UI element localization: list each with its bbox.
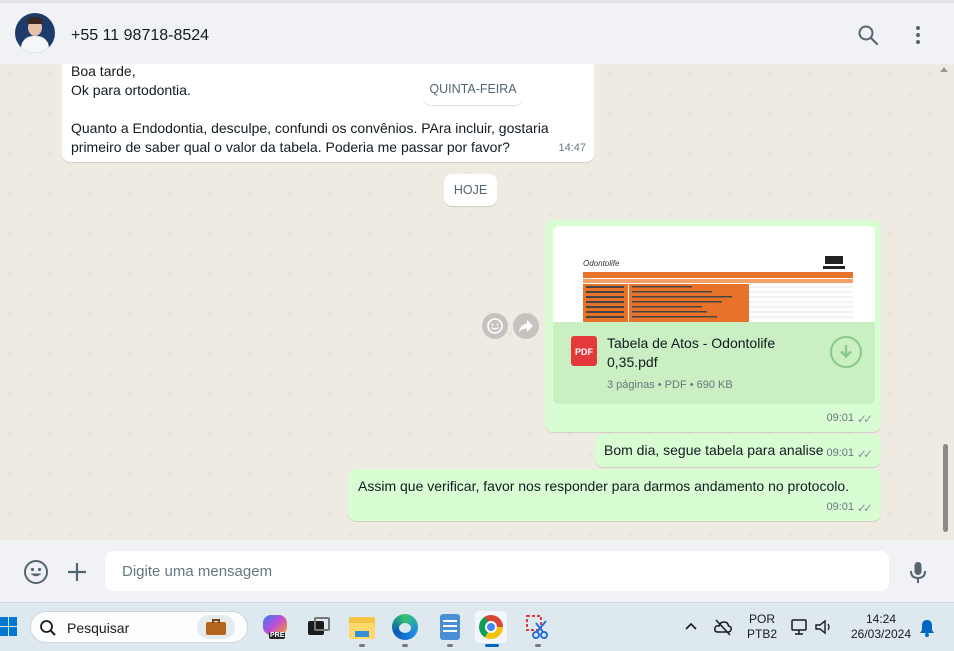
download-arrow-icon (840, 345, 852, 359)
task-view-icon[interactable] (302, 611, 334, 643)
network-icon[interactable] (790, 618, 810, 636)
chat-area[interactable]: Boa tarde, Ok para ortodontia. Quanto a … (0, 64, 954, 540)
clock[interactable]: 14:24 26/03/2024 (846, 612, 916, 642)
microphone-icon[interactable] (905, 559, 931, 585)
cloud-offline-icon[interactable] (713, 617, 733, 637)
forward-arrow-icon (519, 320, 533, 333)
contact-avatar[interactable] (15, 13, 55, 53)
message-composer: Digite uma mensagem (0, 540, 954, 602)
scroll-thumb[interactable] (943, 444, 948, 532)
date-label-thursday: QUINTA-FEIRA (423, 73, 523, 105)
search-icon (40, 620, 56, 636)
search-label: Pesquisar (67, 620, 130, 636)
emoji-icon[interactable] (23, 559, 49, 585)
double-check-icon: ✓✓ (856, 412, 873, 426)
date-label-today: HOJE (444, 174, 497, 206)
pdf-file-icon: PDF (571, 336, 597, 366)
message-text: Bom dia, segue tabela para analise (604, 442, 824, 458)
copilot-icon[interactable]: PRE (259, 611, 291, 643)
language-indicator[interactable]: POR PTB2 (744, 612, 780, 642)
message-time: 09:01 (826, 501, 854, 513)
message-time: 09:01 (826, 412, 854, 424)
message-outgoing-document[interactable]: Odontolife PDF Tabela de Atos - Odontoli… (545, 220, 881, 432)
snipping-tool-icon[interactable] (522, 611, 554, 643)
document-file-meta: 3 páginas • PDF • 690 KB (607, 379, 733, 391)
smiley-icon (487, 318, 503, 334)
kebab-menu-icon[interactable] (906, 23, 930, 47)
attach-plus-icon[interactable] (64, 559, 90, 585)
forward-button[interactable] (513, 313, 539, 339)
chevron-up-icon[interactable] (684, 621, 698, 631)
notification-bell-icon[interactable] (918, 618, 936, 638)
search-icon[interactable] (856, 23, 880, 47)
emoji-reaction-button[interactable] (482, 313, 508, 339)
download-button[interactable] (830, 336, 862, 368)
scroll-up-arrow-icon[interactable] (940, 67, 948, 72)
message-time: 09:01 (826, 447, 854, 459)
notepad-icon[interactable] (434, 611, 466, 643)
taskbar-search[interactable]: Pesquisar (30, 611, 248, 643)
message-time: 14:47 (558, 142, 586, 154)
message-input[interactable]: Digite uma mensagem (105, 551, 889, 591)
document-card[interactable]: PDF Tabela de Atos - Odontolife 0,35.pdf… (553, 322, 875, 404)
document-file-name: Tabela de Atos - Odontolife 0,35.pdf (607, 335, 776, 370)
chat-scrollbar[interactable] (940, 64, 952, 540)
thumb-logo: Odontolife (583, 259, 620, 268)
file-explorer-icon[interactable] (346, 611, 378, 643)
edge-browser-icon[interactable] (389, 611, 421, 643)
windows-start-icon[interactable] (0, 617, 18, 637)
message-outgoing-text[interactable]: Assim que verificar, favor nos responder… (348, 469, 881, 521)
message-text: Assim que verificar, favor nos responder… (358, 478, 850, 494)
chat-header: +55 11 98718-8524 (0, 0, 954, 64)
message-outgoing-text[interactable]: Bom dia, segue tabela para analise 09:01… (595, 434, 881, 467)
double-check-icon: ✓✓ (856, 447, 873, 461)
speaker-icon[interactable] (814, 618, 834, 636)
double-check-icon: ✓✓ (856, 501, 873, 515)
document-preview[interactable]: Odontolife (553, 226, 875, 322)
contact-name[interactable]: +55 11 98718-8524 (71, 27, 209, 45)
windows-taskbar: Pesquisar PRE POR PTB2 14:24 26/03/2024 (0, 602, 954, 651)
briefcase-icon (197, 615, 235, 639)
chrome-browser-icon[interactable] (475, 611, 507, 643)
